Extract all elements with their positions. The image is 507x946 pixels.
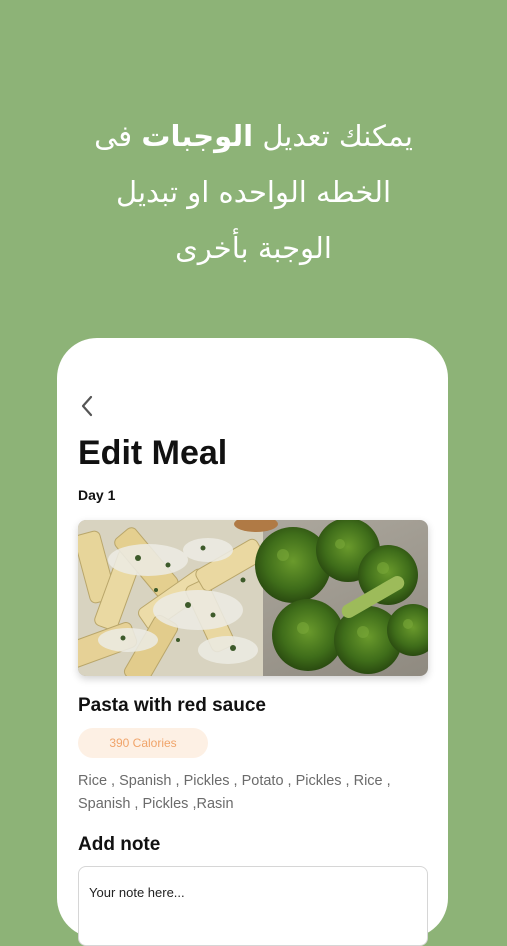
promo-text: يمكنك تعديل الوجبات فى الخطه الواحده او … xyxy=(40,108,467,276)
add-note-label: Add note xyxy=(78,834,161,855)
promo-line-2: الخطه الواحده او تبديل xyxy=(115,175,392,209)
ingredients-list: Rice , Spanish , Pickles , Potato , Pick… xyxy=(78,773,391,812)
back-button[interactable] xyxy=(77,395,97,417)
calories-badge: 390 Calories xyxy=(78,728,208,758)
chevron-left-icon xyxy=(81,395,93,417)
phone-screen: Edit Meal Day 1 Pasta with red sauce 390… xyxy=(57,338,448,946)
promo-line-3: الوجبة بأخرى xyxy=(175,231,332,265)
meal-name: Pasta with red sauce xyxy=(78,695,266,716)
note-input[interactable] xyxy=(78,866,428,946)
pasta-and-broccoli-photo xyxy=(78,520,428,676)
day-label: Day 1 xyxy=(78,487,116,503)
promo-line-1-start: يمكنك تعديل xyxy=(253,119,413,153)
promo-highlight: الوجبات xyxy=(141,119,254,153)
promo-line-1-end: فى xyxy=(94,119,142,153)
meal-image xyxy=(78,520,428,676)
page-title: Edit Meal xyxy=(78,434,228,472)
promo-line-1: يمكنك تعديل الوجبات فى xyxy=(40,108,467,164)
